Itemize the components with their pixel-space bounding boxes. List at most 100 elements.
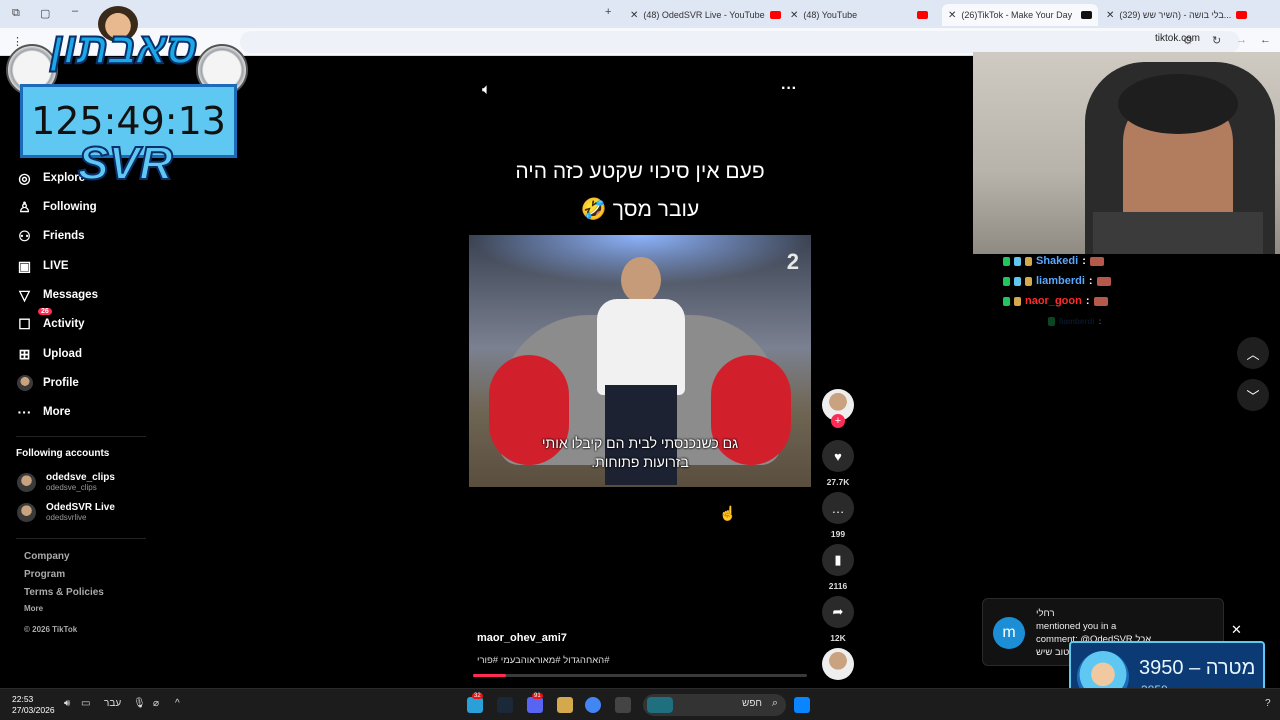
tiktok-icon xyxy=(1081,11,1092,19)
omnibox[interactable] xyxy=(240,31,1240,53)
following-account[interactable]: OdedSVR Live odedsvrlive xyxy=(17,499,115,525)
share-icon: ➦ xyxy=(832,604,844,619)
close-tab-icon[interactable]: ✕ xyxy=(1106,10,1114,21)
account-name: odedsve_clips xyxy=(46,471,115,483)
tab-title: (48) OdedSVR Live - YouTube xyxy=(643,10,765,20)
chat-separator: : xyxy=(1085,295,1090,307)
comment-button[interactable]: … xyxy=(822,492,854,524)
telegram-icon[interactable] xyxy=(467,697,483,713)
tab-youtube[interactable]: ✕ (48) YouTube xyxy=(784,4,934,26)
volume-icon[interactable]: 🔈︎ xyxy=(482,81,491,98)
app-icon[interactable] xyxy=(557,697,573,713)
language-indicator[interactable]: עבר xyxy=(104,698,121,709)
footer-program-link[interactable]: Program xyxy=(24,569,65,580)
chat-separator: : xyxy=(1098,316,1102,326)
save-button[interactable]: ▮ xyxy=(822,544,854,576)
forward-icon[interactable]: → xyxy=(1236,34,1247,46)
chat-message-fading: liamberdi : xyxy=(1048,314,1101,328)
reload-icon[interactable]: ↻ xyxy=(1212,34,1221,47)
next-video-button[interactable]: ﹀ xyxy=(1237,379,1269,411)
microphone-icon[interactable]: 🎙︎ xyxy=(133,698,146,709)
activity-badge: 26 xyxy=(38,308,52,315)
close-tab-icon[interactable]: ✕ xyxy=(630,10,638,21)
chat-username: naor_goon xyxy=(1025,295,1082,307)
video-frame[interactable]: 2 גם כשנכנסתי לבית הם קיבלו אותי בזרועות… xyxy=(469,235,811,487)
mouse-cursor-icon: ☝ xyxy=(719,505,737,521)
tab-tiktok[interactable]: ✕ (26)TikTok - Make Your Day xyxy=(942,4,1098,26)
video-progress-fill xyxy=(473,674,507,677)
person-shirt xyxy=(597,299,685,395)
previous-video-button[interactable]: ︿ xyxy=(1237,337,1269,369)
avatar xyxy=(17,472,36,492)
sidebar-item-activity[interactable]: ☐ 26 Activity xyxy=(16,308,85,336)
badge-icon xyxy=(1003,256,1010,266)
overlay-logo-text: סאבתון xyxy=(49,23,198,74)
footer-terms-link[interactable]: Terms & Policies xyxy=(24,587,104,598)
minimize-icon[interactable]: – xyxy=(72,5,78,17)
taskbar-search[interactable]: חפש ⌕ xyxy=(643,694,786,716)
more-options-icon[interactable]: ··· xyxy=(781,80,797,98)
sidebar-item-label: Profile xyxy=(43,377,79,389)
follow-plus-icon[interactable]: + xyxy=(831,414,845,428)
site-settings-icon[interactable]: ⚙ xyxy=(1183,34,1193,47)
tab-actions-icon[interactable]: ⧉ xyxy=(12,7,20,20)
sidebar-item-messages[interactable]: ▽ Messages xyxy=(16,283,98,307)
sidebar-item-upload[interactable]: ⊞ Upload xyxy=(16,342,82,366)
close-notification-icon[interactable]: ✕ xyxy=(1231,622,1242,638)
tab-search-icon[interactable]: ▢ xyxy=(40,7,50,20)
following-account[interactable]: odedsve_clips odedsve_clips xyxy=(17,469,115,495)
headphones xyxy=(1118,74,1238,134)
windows-start-icon[interactable] xyxy=(794,697,810,713)
new-tab-button[interactable]: + xyxy=(605,6,611,18)
sidebar-item-profile[interactable]: Profile xyxy=(16,371,79,395)
footer-company-link[interactable]: Company xyxy=(24,551,70,562)
search-highlight-icon xyxy=(647,697,673,713)
chevron-down-icon: ﹀ xyxy=(1246,388,1260,404)
send-icon: ▽ xyxy=(19,286,30,303)
discord-icon[interactable] xyxy=(527,697,543,713)
friends-icon: ⚇ xyxy=(18,227,31,244)
sidebar-item-following[interactable]: ♙ Following xyxy=(16,195,96,219)
account-handle: odedsvrlive xyxy=(46,512,87,522)
share-button[interactable]: ➦ xyxy=(822,596,854,628)
volume-icon[interactable]: 🔊︎ xyxy=(64,698,70,709)
emote-icon xyxy=(1089,256,1104,266)
badge-icon xyxy=(1014,276,1021,286)
steam-icon[interactable] xyxy=(497,697,513,713)
like-button[interactable]: ♥ xyxy=(822,440,854,472)
chrome-icon[interactable] xyxy=(585,697,601,713)
sidebar-item-more[interactable]: ··· More xyxy=(16,400,71,424)
sidebar-item-label: Upload xyxy=(43,348,82,360)
close-tab-icon[interactable]: ✕ xyxy=(948,10,956,21)
chat-message: naor_goon : xyxy=(1003,294,1108,308)
video-hashtags[interactable]: #האחהגדול #מאוראוהבעמי #פורי xyxy=(477,655,609,666)
file-explorer-icon[interactable] xyxy=(615,697,631,713)
video-author[interactable]: maor_ohev_ami7 xyxy=(477,632,567,644)
channel-logo: 2 xyxy=(786,249,799,274)
badge-icon xyxy=(1014,256,1021,266)
network-icon[interactable]: ▭ xyxy=(81,698,90,709)
sidebar-item-explore[interactable]: ◎ Explore xyxy=(16,166,85,190)
goal-label: מטרה xyxy=(1205,657,1256,679)
tab-oded-youtube[interactable]: ✕ (48) OdedSVR Live - YouTube xyxy=(624,4,784,26)
clock[interactable]: 22:53 27/03/2026 xyxy=(12,694,55,716)
sound-avatar[interactable] xyxy=(822,648,854,680)
chat-message: Shakedi : xyxy=(1003,254,1104,268)
video-progress-bar[interactable] xyxy=(473,674,807,677)
back-icon[interactable]: ← xyxy=(1260,34,1271,46)
chevron-up-icon: ︿ xyxy=(1246,346,1260,362)
overlay-brand: SVR xyxy=(77,136,174,190)
avatar-icon xyxy=(16,375,33,392)
avatar xyxy=(17,502,36,522)
tab-music[interactable]: ✕ (329) בלי בושה - (השיר שש... xyxy=(1100,4,1250,26)
chevron-up-icon[interactable]: ^ xyxy=(175,698,180,709)
close-tab-icon[interactable]: ✕ xyxy=(790,10,798,21)
sidebar-item-live[interactable]: ▣ LIVE xyxy=(16,254,69,278)
webcam-feed xyxy=(973,52,1280,254)
url-text[interactable]: tiktok.com xyxy=(1155,33,1200,44)
footer-more-link[interactable]: More xyxy=(24,604,43,613)
help-icon[interactable]: ? xyxy=(1265,698,1271,709)
wifi-off-icon[interactable]: ⌀ xyxy=(153,698,159,709)
sidebar-item-friends[interactable]: ⚇ Friends xyxy=(16,224,84,248)
discord-badge: 91 xyxy=(532,693,543,699)
